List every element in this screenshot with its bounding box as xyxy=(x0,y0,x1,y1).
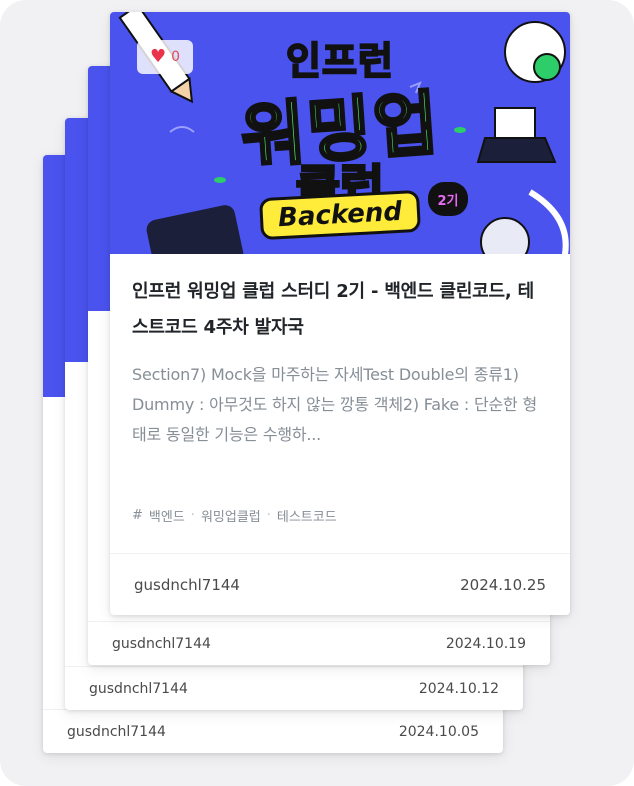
post-date: 2024.10.19 xyxy=(445,635,526,652)
post-thumbnail[interactable]: ♥ 0 인프런 워밍업 클럽 Backend 2기 xyxy=(110,12,570,254)
post-author[interactable]: gusdnchl7144 xyxy=(89,681,188,697)
post-title[interactable]: 인프런 워밍업 클럽 스터디 2기 - 백엔드 클린코드, 테스트코드 4주차 … xyxy=(132,274,548,346)
post-author[interactable]: gusdnchl7144 xyxy=(67,724,166,740)
post-footer: gusdnchl7144 2024.10.05 xyxy=(43,709,503,753)
tag-separator: · xyxy=(266,508,271,523)
post-body: 인프런 워밍업 클럽 스터디 2기 - 백엔드 클린코드, 테스트코드 4주차 … xyxy=(132,274,548,450)
post-summary[interactable]: Section7) Mock을 마주하는 자세Test Double의 종류1)… xyxy=(132,360,548,450)
post-footer: gusdnchl7144 2024.10.19 xyxy=(88,621,550,665)
thumbnail-badge: Backend xyxy=(259,189,421,241)
tag-item[interactable]: 백엔드 xyxy=(149,506,185,525)
post-date: 2024.10.12 xyxy=(418,680,499,697)
tag-separator: · xyxy=(190,508,195,523)
post-footer: gusdnchl7144 2024.10.12 xyxy=(65,666,523,710)
post-tags: # 백엔드 · 워밍업클럽 · 테스트코드 xyxy=(132,506,337,525)
post-date: 2024.10.05 xyxy=(398,723,479,740)
post-date: 2024.10.25 xyxy=(460,575,546,594)
thumbnail-gen-bubble: 2기 xyxy=(428,182,468,216)
tag-item[interactable]: 워밍업클럽 xyxy=(201,506,261,525)
post-stack-frame: gusdnchl7144 2024.10.05 gusdnchl7144 202… xyxy=(0,0,634,786)
post-footer: gusdnchl7144 2024.10.25 xyxy=(110,553,570,615)
tag-item[interactable]: 테스트코드 xyxy=(277,506,337,525)
post-card-featured[interactable]: ♥ 0 인프런 워밍업 클럽 Backend 2기 인프런 워밍업 클럽 스터디… xyxy=(110,12,570,615)
post-author[interactable]: gusdnchl7144 xyxy=(134,576,240,594)
post-author[interactable]: gusdnchl7144 xyxy=(112,636,211,652)
hash-icon: # xyxy=(132,508,143,523)
